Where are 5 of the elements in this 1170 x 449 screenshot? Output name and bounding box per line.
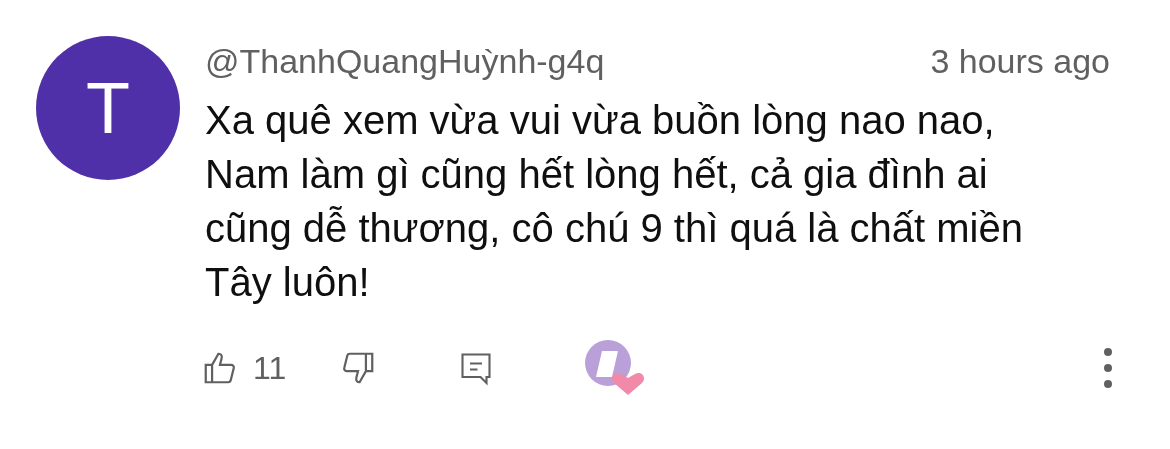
comment-time: 3 hours ago [930,41,1110,82]
like-button[interactable]: 11 [191,340,297,396]
author-name[interactable]: @ThanhQuangHuỳnh-g4q [205,36,605,87]
avatar[interactable]: T [36,36,180,180]
comment-text: Xa quê xem vừa vui vừa buồn lòng nao nao, Nam làm gì cũng hết lòng hết, cả gia đình ai cũng dễ thương, cô chú 9 thì quá là chất miền Tây luôn! [205,97,1024,306]
